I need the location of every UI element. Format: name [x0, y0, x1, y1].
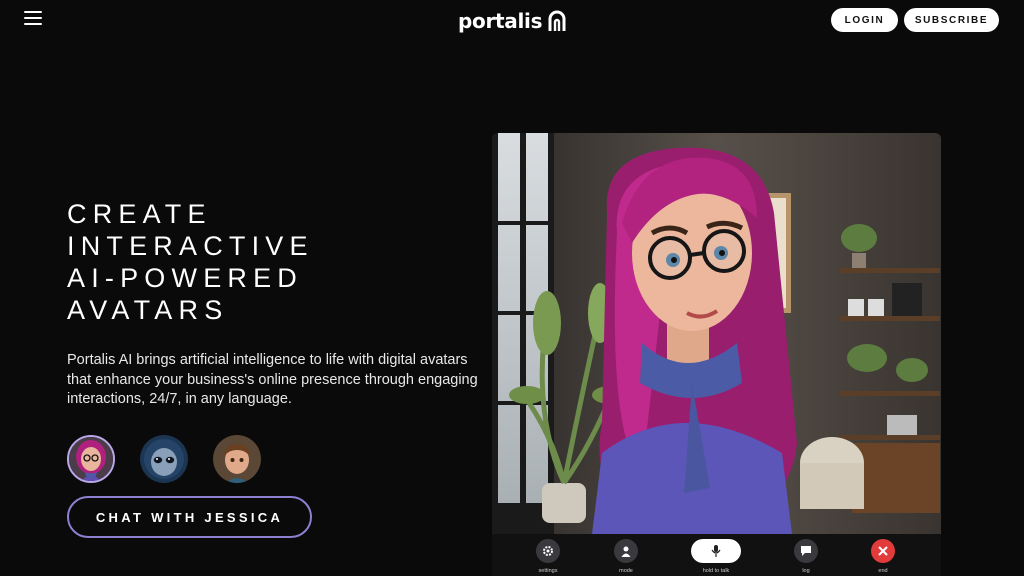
headline-line: CREATE	[67, 199, 212, 229]
log-label: log	[802, 568, 810, 574]
hold-to-talk-button[interactable]: hold to talk	[691, 539, 741, 574]
jessica-avatar-icon	[69, 437, 113, 481]
top-bar: portalis LOGIN SUBSCRIBE	[0, 0, 1024, 42]
mode-control[interactable]: mode	[606, 539, 646, 574]
boy-avatar-icon	[213, 435, 261, 483]
portal-arch-icon	[548, 10, 566, 31]
settings-control[interactable]: settings	[528, 539, 568, 574]
subscribe-button[interactable]: SUBSCRIBE	[904, 8, 999, 32]
login-button[interactable]: LOGIN	[831, 8, 898, 32]
hero-description: Portalis AI brings artificial intelligen…	[67, 352, 478, 407]
jessica-3d-avatar-image	[492, 133, 941, 534]
settings-label: settings	[538, 568, 558, 574]
portalis-logo[interactable]: portalis	[458, 6, 567, 36]
avatar-video-stage[interactable]: settings mode hold to talk log end	[492, 133, 941, 576]
avatar-jessica[interactable]	[67, 435, 115, 483]
end-label: end	[878, 568, 888, 574]
person-icon	[614, 539, 638, 563]
avatar-alien[interactable]	[140, 435, 188, 483]
alien-avatar-icon	[140, 435, 188, 483]
chat-bubble-icon	[794, 539, 818, 563]
gear-icon	[536, 539, 560, 563]
headline-line: AI-POWERED	[67, 263, 304, 293]
log-control[interactable]: log	[786, 539, 826, 574]
hold-to-talk-label: hold to talk	[702, 568, 730, 574]
end-call-control[interactable]: end	[863, 539, 903, 574]
video-control-bar: settings mode hold to talk log end	[492, 534, 941, 576]
avatar-selector	[67, 435, 286, 483]
hamburger-menu-icon[interactable]	[24, 11, 42, 27]
mode-label: mode	[619, 568, 633, 574]
close-icon	[871, 539, 895, 563]
chat-with-jessica-button[interactable]: CHAT WITH JESSICA	[67, 496, 312, 538]
logo-text: portalis	[458, 9, 543, 33]
headline-line: INTERACTIVE	[67, 231, 314, 261]
headline-line: AVATARS	[67, 295, 229, 325]
microphone-icon	[691, 539, 741, 563]
hero-headline: CREATE INTERACTIVE AI-POWERED AVATARS	[67, 198, 467, 326]
avatar-boy[interactable]	[213, 435, 261, 483]
